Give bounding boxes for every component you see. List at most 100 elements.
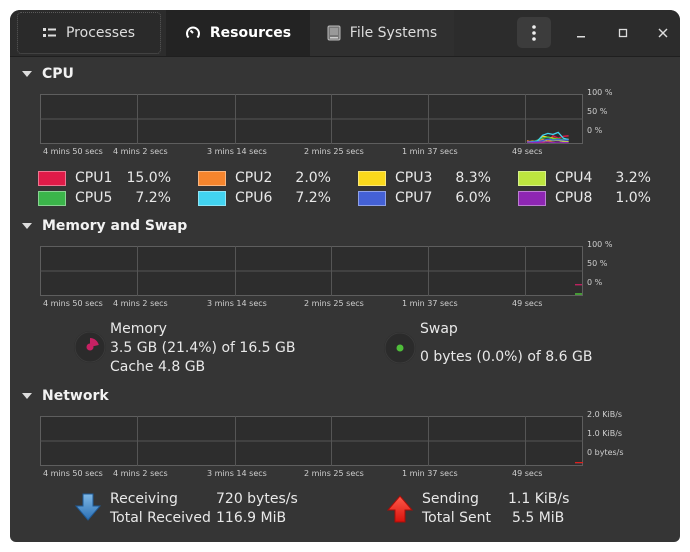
x-tick-label: 1 min 37 secs bbox=[402, 299, 458, 308]
section-title: Network bbox=[42, 388, 109, 404]
swap-label: Swap bbox=[420, 321, 458, 337]
tab-label: Processes bbox=[65, 25, 135, 41]
cpu-name: CPU3 bbox=[395, 170, 433, 186]
section-title: Memory and Swap bbox=[42, 218, 188, 234]
cpu-legend-item: CPU1 15.0% bbox=[38, 169, 171, 187]
section-title: CPU bbox=[42, 66, 74, 82]
cpu-value: 1.0% bbox=[615, 190, 651, 206]
cpu-name: CPU8 bbox=[555, 190, 593, 206]
kebab-menu-icon bbox=[532, 24, 536, 41]
cpu-legend-item: CPU6 7.2% bbox=[198, 189, 331, 207]
memory-history-graph bbox=[40, 246, 583, 296]
cpu-legend-item: CPU4 3.2% bbox=[518, 169, 651, 187]
header-bar: Processes Resources File Systems bbox=[10, 10, 680, 57]
receiving-label: Receiving bbox=[110, 491, 178, 507]
gauge-icon bbox=[185, 25, 201, 41]
sending-info: Sending 1.1 KiB/s Total Sent 5.5 MiB bbox=[422, 490, 569, 528]
x-tick-label: 49 secs bbox=[512, 147, 543, 156]
color-swatch[interactable] bbox=[518, 190, 546, 206]
swap-usage: 0 bytes (0.0%) of 8.6 GB bbox=[420, 349, 593, 365]
maximize-button[interactable] bbox=[610, 20, 636, 46]
y-tick-label: 100 % bbox=[587, 240, 613, 249]
minimize-icon bbox=[577, 36, 585, 38]
list-icon bbox=[42, 27, 57, 39]
color-swatch[interactable] bbox=[358, 190, 386, 206]
disk-icon bbox=[327, 25, 341, 41]
color-swatch[interactable] bbox=[518, 170, 546, 186]
close-icon bbox=[658, 28, 668, 38]
receiving-info: Receiving 720 bytes/s Total Received 116.9… bbox=[110, 490, 298, 528]
cpu-name: CPU2 bbox=[235, 170, 273, 186]
color-swatch[interactable] bbox=[38, 170, 66, 186]
x-tick-label: 4 mins 50 secs bbox=[43, 469, 103, 478]
x-tick-label: 4 mins 2 secs bbox=[113, 469, 168, 478]
tab-resources[interactable]: Resources bbox=[166, 10, 310, 56]
sending-value: 1.1 KiB/s bbox=[508, 491, 570, 507]
cpu-value: 15.0% bbox=[126, 170, 171, 186]
color-swatch[interactable] bbox=[38, 190, 66, 206]
upload-arrow-icon bbox=[386, 494, 414, 528]
cpu-history-graph bbox=[40, 94, 583, 144]
total-sent-value: 5.5 MiB bbox=[512, 510, 565, 526]
pie-slice bbox=[396, 344, 404, 352]
tab-file-systems[interactable]: File Systems bbox=[310, 10, 454, 56]
sending-label: Sending bbox=[422, 491, 479, 507]
cpu-name: CPU7 bbox=[395, 190, 433, 206]
cpu-value: 8.3% bbox=[455, 170, 491, 186]
memory-label: Memory bbox=[110, 321, 167, 337]
network-history-graph bbox=[40, 416, 583, 466]
cpu-legend-item: CPU2 2.0% bbox=[198, 169, 331, 187]
cpu-name: CPU5 bbox=[75, 190, 113, 206]
cpu-legend-item: CPU5 7.2% bbox=[38, 189, 171, 207]
color-swatch[interactable] bbox=[358, 170, 386, 186]
maximize-icon bbox=[618, 28, 628, 38]
x-tick-label: 2 mins 25 secs bbox=[304, 469, 364, 478]
tab-label: Resources bbox=[209, 25, 292, 41]
cpu-value: 2.0% bbox=[295, 170, 331, 186]
pie-center bbox=[86, 343, 94, 351]
y-tick-label: 0 % bbox=[587, 278, 603, 287]
collapse-triangle-icon bbox=[22, 223, 32, 229]
x-tick-label: 49 secs bbox=[512, 299, 543, 308]
swap-pie-chart bbox=[384, 332, 416, 364]
x-tick-label: 3 mins 14 secs bbox=[207, 147, 267, 156]
x-tick-label: 4 mins 2 secs bbox=[113, 299, 168, 308]
system-monitor-window: Processes Resources File Systems CPU 100… bbox=[10, 10, 680, 542]
cpu-name: CPU1 bbox=[75, 170, 113, 186]
x-tick-label: 4 mins 2 secs bbox=[113, 147, 168, 156]
y-tick-label: 50 % bbox=[587, 107, 608, 116]
y-tick-label: 100 % bbox=[587, 88, 613, 97]
y-tick-label: 50 % bbox=[587, 259, 608, 268]
memory-usage: 3.5 GB (21.4%) of 16.5 GB bbox=[110, 340, 296, 356]
cpu-name: CPU4 bbox=[555, 170, 593, 186]
cpu-legend-item: CPU3 8.3% bbox=[358, 169, 491, 187]
cpu-legend-item: CPU7 6.0% bbox=[358, 189, 491, 207]
minimize-button[interactable] bbox=[568, 20, 594, 46]
total-received-value: 116.9 MiB bbox=[216, 510, 287, 526]
swap-info: Swap 0 bytes (0.0%) of 8.6 GB bbox=[420, 320, 592, 367]
tab-processes[interactable]: Processes bbox=[17, 12, 161, 54]
memory-info: Memory 3.5 GB (21.4%) of 16.5 GB Cache 4… bbox=[110, 320, 296, 377]
total-received-label: Total Received bbox=[110, 510, 211, 526]
memory-cache: Cache 4.8 GB bbox=[110, 359, 206, 375]
color-swatch[interactable] bbox=[198, 190, 226, 206]
cpu-value: 6.0% bbox=[455, 190, 491, 206]
network-section-header[interactable]: Network bbox=[20, 388, 109, 404]
download-arrow-icon bbox=[74, 492, 102, 526]
cpu-legend-item: CPU8 1.0% bbox=[518, 189, 651, 207]
y-tick-label: 0 % bbox=[587, 126, 603, 135]
y-tick-label: 0 bytes/s bbox=[587, 448, 624, 457]
cpu-name: CPU6 bbox=[235, 190, 273, 206]
x-tick-label: 4 mins 50 secs bbox=[43, 299, 103, 308]
x-tick-label: 3 mins 14 secs bbox=[207, 469, 267, 478]
cpu-value: 7.2% bbox=[295, 190, 331, 206]
x-tick-label: 2 mins 25 secs bbox=[304, 147, 364, 156]
memory-section-header[interactable]: Memory and Swap bbox=[20, 218, 187, 234]
cpu-section-header[interactable]: CPU bbox=[20, 66, 74, 82]
color-swatch[interactable] bbox=[198, 170, 226, 186]
close-button[interactable] bbox=[650, 20, 676, 46]
main-menu-button[interactable] bbox=[517, 17, 551, 48]
x-tick-label: 4 mins 50 secs bbox=[43, 147, 103, 156]
receiving-value: 720 bytes/s bbox=[216, 491, 298, 507]
cpu-value: 3.2% bbox=[615, 170, 651, 186]
